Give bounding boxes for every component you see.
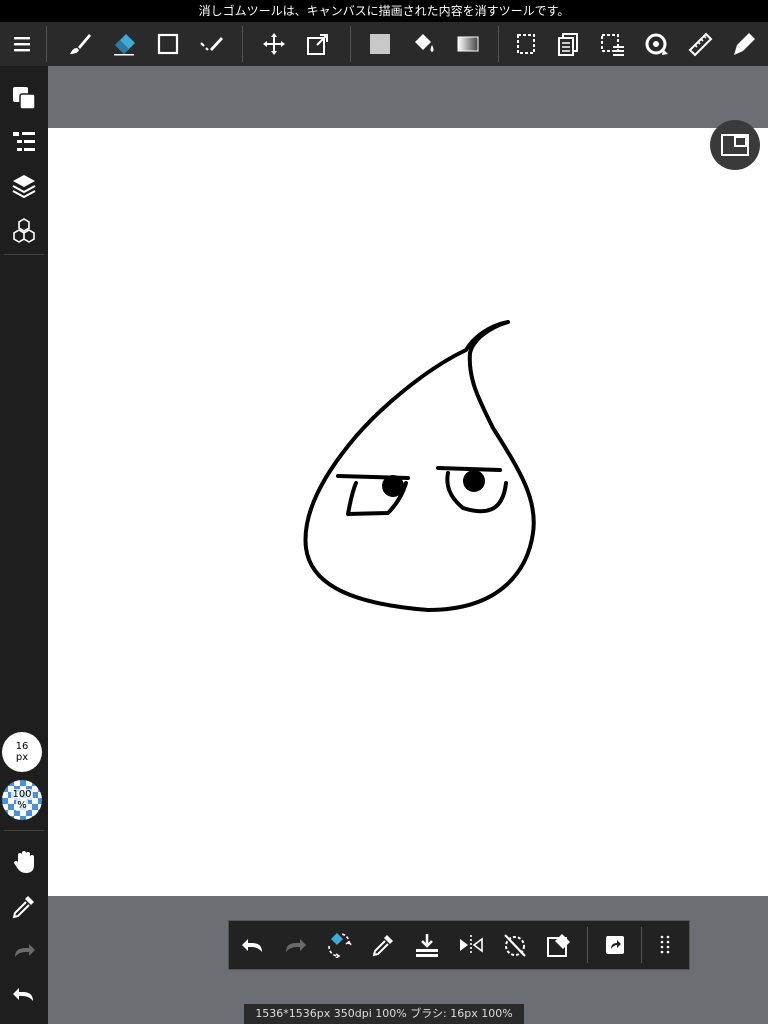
copy-layer-icon [558,33,578,56]
redo-icon [286,939,306,952]
grid-dots-icon [660,935,670,954]
select-icon [517,34,535,54]
eyedropper-icon [372,935,393,957]
layers-button[interactable] [0,164,48,208]
redo-button[interactable] [273,923,317,967]
undo-icon [242,939,262,952]
status-message: 消しゴムツールは、キャンバスに描画された内容を消すツールです。 [0,0,768,22]
redo-icon [15,944,35,957]
left-sidebar: 16 px 100 % [0,66,48,1024]
no-rotate-icon [504,934,526,957]
navigator-button[interactable] [710,120,760,170]
shape-icon [157,33,179,55]
reset-rotation-button[interactable] [493,923,537,967]
select-tool-button[interactable] [506,22,546,66]
move-icon [263,33,285,55]
menu-button[interactable] [2,22,42,66]
color-swatch-icon [13,87,36,110]
brush-tool-button[interactable] [60,22,100,66]
ruler-button[interactable] [680,22,720,66]
clear-layer-button[interactable] [537,923,581,967]
materials-button[interactable] [0,208,48,252]
undo-button[interactable] [231,923,275,967]
opacity-value: 100 [11,789,33,800]
eraser-tool-button[interactable] [104,22,144,66]
save-button[interactable] [405,923,449,967]
brush-size-unit: px [15,752,29,763]
eyedropper-button[interactable] [0,884,48,928]
top-toolbar [0,22,768,84]
pen-icon [734,33,755,55]
toolbar-divider [242,26,243,62]
action-bar-divider [641,927,642,963]
erase-layer-icon [547,934,570,957]
action-bar-divider [587,927,588,963]
share-button[interactable] [593,923,637,967]
drawing-canvas[interactable] [48,128,768,896]
brush-list-button[interactable] [0,120,48,164]
redo-side-button[interactable] [0,928,48,972]
navigator-icon [721,134,749,156]
transform-tool-button[interactable] [298,22,338,66]
sidebar-divider [4,254,44,255]
gradient-icon [457,36,479,52]
brush-icon [70,34,91,54]
opacity-unit: % [16,800,28,811]
select-pen-tool-button[interactable] [192,22,232,66]
pen-tool-button[interactable] [724,22,764,66]
download-icon [416,934,438,957]
transform-icon [307,34,328,55]
cubes-icon [13,218,35,243]
copy-layer-button[interactable] [548,22,588,66]
hand-tool-button[interactable] [0,840,48,884]
rotate-icon [645,33,668,55]
bucket-tool-button[interactable] [404,22,444,66]
flip-button[interactable] [449,923,493,967]
gradient-tool-button[interactable] [448,22,488,66]
canvas-info: 1536*1536px 350dpi 100% ブラシ: 16px 100% [244,1004,524,1024]
brush-size-button[interactable]: 16 px [2,732,42,772]
rotate-button[interactable] [636,22,676,66]
layers-icon [12,175,36,199]
bottom-action-bar [228,920,690,970]
toolbar-divider [498,26,499,62]
sidebar-divider [4,830,44,831]
share-icon [606,936,624,954]
ruler-icon [688,32,713,57]
select-pen-icon [200,37,223,51]
toolbar-divider [46,26,47,62]
color-panel-button[interactable] [0,76,48,120]
hand-icon [14,851,34,873]
drawing-artwork [303,320,536,612]
eyedropper-action-button[interactable] [361,923,405,967]
flip-icon [460,935,483,955]
swap-brush-eraser-button[interactable] [317,923,361,967]
move-tool-button[interactable] [254,22,294,66]
bucket-icon [415,34,434,52]
fill-color-icon [370,34,390,54]
shape-tool-button[interactable] [148,22,188,66]
undo-side-button[interactable] [0,972,48,1016]
eraser-swap-icon [328,933,352,958]
brush-size-value: 16 [15,741,29,752]
eraser-icon [114,34,135,56]
menu-icon [14,37,30,52]
select-menu-button[interactable] [592,22,632,66]
undo-icon [13,988,33,1001]
toolbar-divider [350,26,351,62]
more-options-button[interactable] [643,923,687,967]
fill-color-button[interactable] [360,22,400,66]
select-menu-icon [601,34,624,56]
eyedropper-icon [12,896,34,919]
opacity-button[interactable]: 100 % [2,780,42,820]
list-icon [13,132,35,151]
